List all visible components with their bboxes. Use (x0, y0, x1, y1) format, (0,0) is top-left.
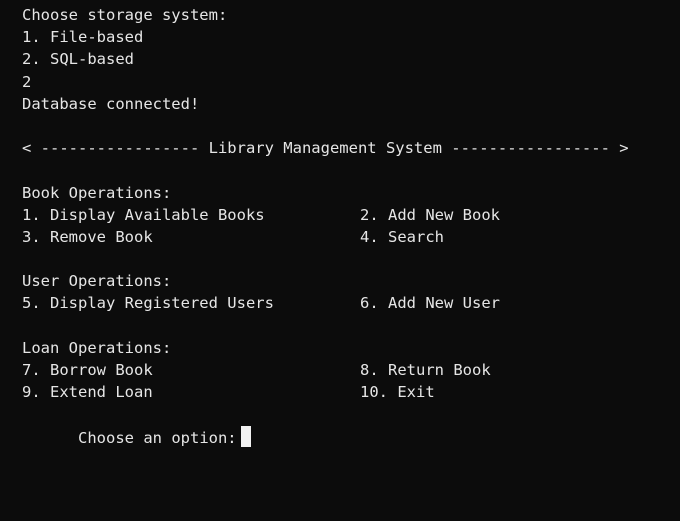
menu-row: 1. Display Available Books 2. Add New Bo… (22, 204, 680, 226)
menu-option-extend-loan: 9. Extend Loan (22, 383, 153, 402)
menu-option-remove-book: 3. Remove Book (22, 227, 153, 246)
option-prompt: Choose an option: (78, 428, 237, 447)
option-prompt-line[interactable]: Choose an option: (22, 403, 680, 447)
menu-row: 3. Remove Book 4. Search (22, 226, 680, 248)
user-input-echo: 2 (22, 72, 32, 91)
menu-row: 7. Borrow Book 8. Return Book (22, 359, 680, 381)
storage-prompt: Choose storage system: (22, 6, 228, 24)
menu-option-exit: 10. Exit (360, 383, 435, 402)
menu-option-add-user: 6. Add New User (360, 294, 500, 313)
storage-option-sql: 2. SQL-based (22, 50, 134, 69)
text-cursor[interactable] (240, 425, 251, 447)
menu-option-display-books: 1. Display Available Books (22, 205, 265, 224)
book-operations-header: Book Operations: (22, 183, 172, 202)
menu-option-add-book: 2. Add New Book (360, 205, 500, 224)
loan-operations-header: Loan Operations: (22, 338, 172, 357)
menu-row: 9. Extend Loan 10. Exit (22, 381, 680, 403)
menu-option-return-book: 8. Return Book (360, 361, 491, 379)
user-operations-header: User Operations: (22, 272, 172, 291)
terminal-output: Choose storage system: 1. File-based 2. … (22, 4, 680, 447)
db-status-message: Database connected! (22, 94, 200, 113)
menu-option-display-users: 5. Display Registered Users (22, 294, 274, 313)
menu-banner: < ----------------- Library Management S… (22, 139, 629, 158)
menu-option-borrow-book: 7. Borrow Book (22, 361, 153, 379)
terminal-window[interactable]: ━━━━━━━━━━ ━━━━━━━━━━━━━━━━━━━━━━━━ ━━━━… (0, 0, 680, 521)
menu-row: 5. Display Registered Users 6. Add New U… (22, 292, 680, 314)
storage-option-file: 1. File-based (22, 28, 144, 47)
menu-option-search: 4. Search (360, 227, 444, 246)
